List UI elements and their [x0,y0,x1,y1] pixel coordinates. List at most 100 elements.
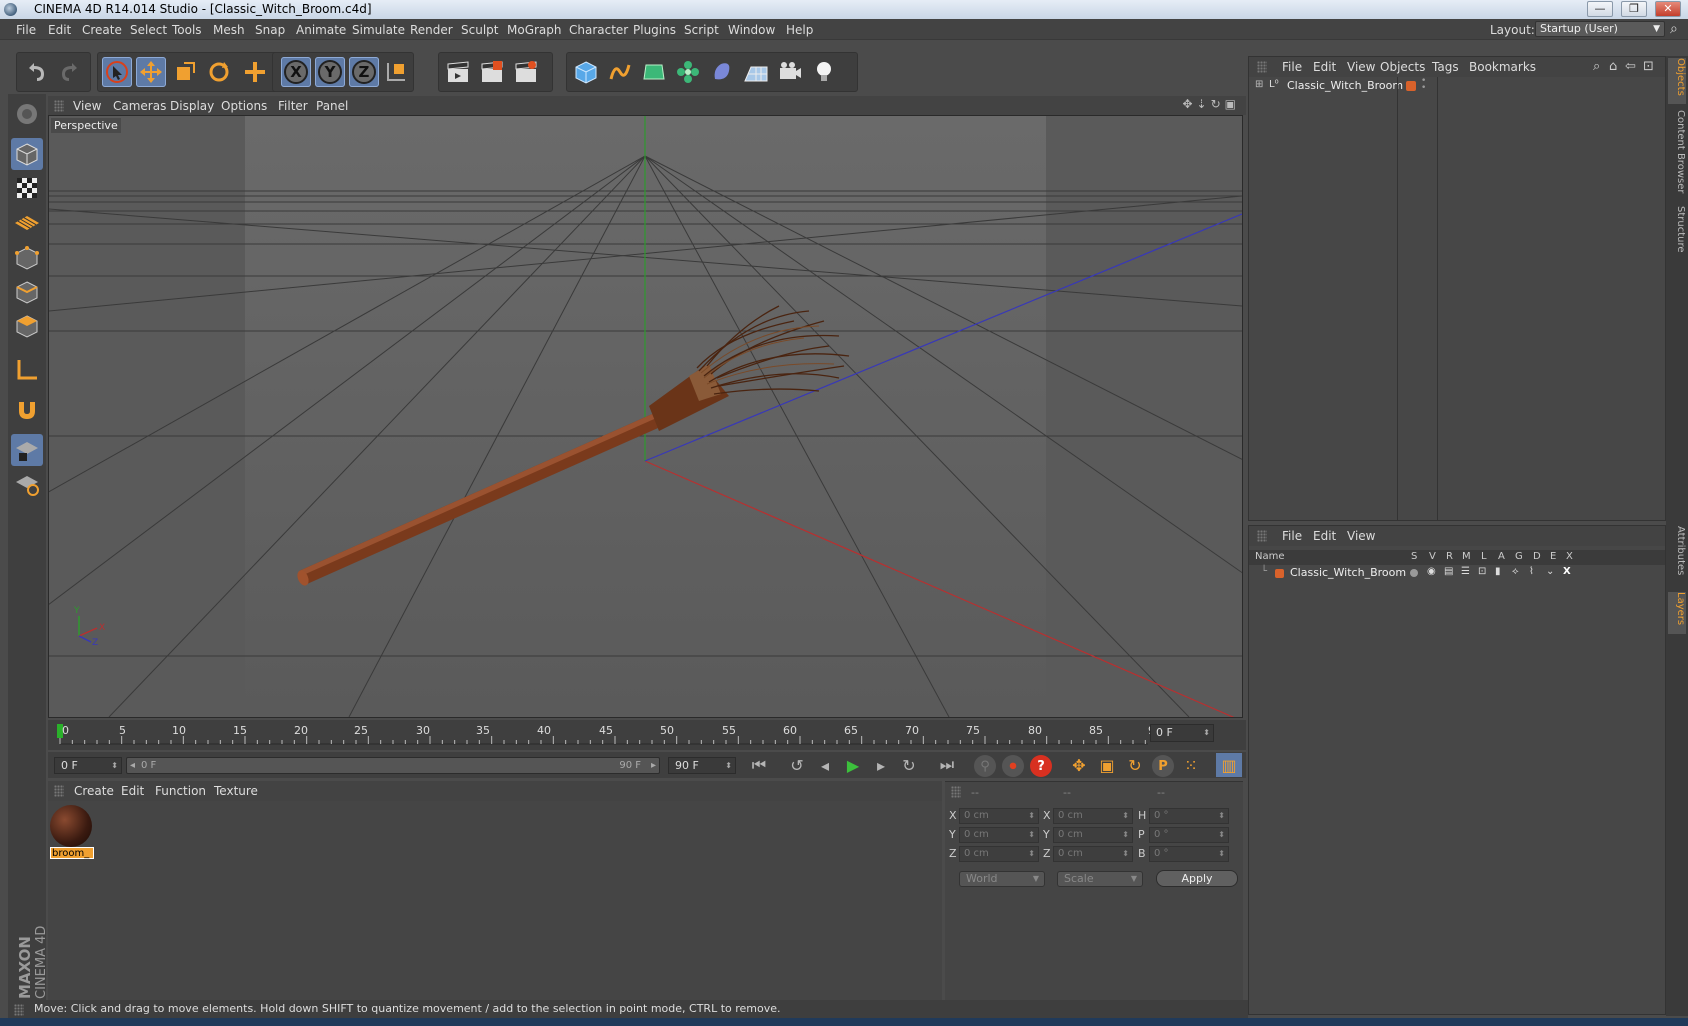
add-array-button[interactable] [673,57,703,87]
material-swatch[interactable]: broom_ [50,805,94,863]
range-right-arrow-icon[interactable]: ▸ [651,758,656,773]
solo-toggle-icon[interactable] [1410,569,1418,577]
object-row[interactable]: ⊞ L⁰ Classic_Witch_Broom • • [1251,77,1663,94]
rotation-p-field[interactable]: 0 ° ⬍ [1149,827,1229,843]
menu-select[interactable]: Select [130,23,167,37]
timeline-ruler[interactable]: 0 5 10 15 20 25 30 35 40 45 50 55 60 65 … [48,720,1246,750]
viewport-nav-icons[interactable]: ✥⇣↻▣ [1182,97,1240,111]
object-name[interactable]: Classic_Witch_Broom [1287,79,1403,92]
home-icon[interactable]: ⌂ [1609,59,1617,74]
viewport-menu-display[interactable]: Display [170,99,214,113]
z-axis-lock-button[interactable]: Z [349,57,379,87]
add-deformer-button[interactable] [707,57,737,87]
coordinate-system-button[interactable] [381,57,411,87]
autokey-button[interactable]: ⏺ [1002,755,1024,777]
points-mode-button[interactable] [11,242,43,274]
spinner-icon[interactable]: ⬍ [1028,847,1035,861]
lock-icon[interactable]: ⊡ [1478,566,1486,577]
menu-plugins[interactable]: Plugins [633,23,676,37]
menu-character[interactable]: Character [569,23,628,37]
close-button[interactable]: ✕ [1655,1,1681,17]
go-to-start-button[interactable]: ⏮ [746,753,772,777]
menu-snap[interactable]: Snap [255,23,285,37]
scale-tool-button[interactable] [170,57,200,87]
end-frame-field[interactable]: 90 F ⬍ [668,757,736,774]
snapping-button[interactable] [11,394,43,426]
move-tool-button[interactable] [136,57,166,87]
panel-grip-icon[interactable] [54,100,64,112]
column-locked[interactable]: L [1481,551,1487,562]
planar-workplane-button[interactable] [11,468,43,500]
panel-grip-icon[interactable] [54,785,64,797]
layout-dropdown[interactable]: Startup (User) ▼ [1535,21,1665,37]
coordinate-space-dropdown[interactable]: World ▼ [959,871,1045,887]
menu-create[interactable]: Create [82,23,122,37]
position-y-field[interactable]: 0 cm ⬍ [959,827,1039,843]
column-generators[interactable]: G [1515,551,1523,562]
menu-sculpt[interactable]: Sculpt [461,23,498,37]
next-frame-button[interactable]: ▸ [868,753,894,777]
viewport-menu-panel[interactable]: Panel [316,99,348,113]
play-button[interactable]: ▶ [840,753,866,777]
minimize-button[interactable]: — [1587,1,1613,17]
layer-menu-edit[interactable]: Edit [1313,529,1336,543]
key-point-level-button[interactable]: ⁙ [1178,753,1204,777]
position-x-field[interactable]: 0 cm ⬍ [959,808,1039,824]
menu-render[interactable]: Render [410,23,453,37]
render-view-button[interactable] [443,57,473,87]
deformer-icon[interactable]: ⌇ [1529,566,1534,577]
timeline-window-button[interactable]: ▥ [1216,753,1242,777]
record-keys-button[interactable]: ⚲ [974,755,996,777]
previous-frame-button[interactable]: ◂ [812,753,838,777]
spinner-icon[interactable]: ⬍ [1122,809,1129,823]
next-key-button[interactable]: ↻ [896,753,922,777]
layer-color-swatch[interactable] [1275,569,1284,578]
search-icon[interactable]: ⌕ [1670,21,1678,37]
size-x-field[interactable]: 0 cm ⬍ [1053,808,1133,824]
column-animation[interactable]: A [1498,551,1505,562]
go-to-end-button[interactable]: ⏭ [934,753,960,777]
position-z-field[interactable]: 0 cm ⬍ [959,846,1039,862]
menu-edit[interactable]: Edit [48,23,71,37]
panel-grip-icon[interactable] [14,1004,24,1016]
menu-simulate[interactable]: Simulate [352,23,405,37]
3d-viewport[interactable]: Perspective Y X Z [48,115,1243,718]
size-mode-dropdown[interactable]: Scale ▼ [1057,871,1143,887]
material-menu-function[interactable]: Function [155,784,206,798]
column-solo[interactable]: S [1411,551,1417,562]
menu-window[interactable]: Window [728,23,775,37]
animation-film-icon[interactable]: ▮ [1495,566,1501,577]
render-picture-viewer-button[interactable] [477,57,507,87]
expand-icon[interactable]: ⊞ [1255,79,1263,90]
menu-mesh[interactable]: Mesh [213,23,245,37]
model-mode-button[interactable] [11,138,43,170]
workplane-lock-button[interactable] [11,434,43,466]
key-parameter-button[interactable]: P [1152,755,1174,777]
viewport-camera-label[interactable]: Perspective [51,118,121,133]
layer-row[interactable]: └ Classic_Witch_Broom ◉ ▤ ☰ ⊡ ▮ ⟡ ⌇ ⌄ X [1249,566,1665,581]
current-frame-field[interactable]: 0 F ⬍ [1150,724,1214,742]
tab-layers[interactable]: Layers [1668,592,1686,634]
spinner-icon[interactable]: ⬍ [1218,847,1225,861]
column-name[interactable]: Name [1255,551,1285,562]
tab-attributes[interactable]: Attributes [1668,526,1686,586]
edges-mode-button[interactable] [11,276,43,308]
object-menu-file[interactable]: File [1282,60,1302,74]
layer-menu-view[interactable]: View [1347,529,1375,543]
axis-mode-button[interactable] [11,354,43,386]
layer-name[interactable]: Classic_Witch_Broom [1290,566,1406,579]
apply-button[interactable]: Apply [1156,870,1238,887]
rotate-tool-button[interactable] [204,57,234,87]
column-render[interactable]: R [1446,551,1453,562]
panel-grip-icon[interactable] [1257,61,1267,73]
spinner-icon[interactable]: ⬍ [1028,809,1035,823]
column-manager[interactable]: M [1462,551,1471,562]
manager-list-icon[interactable]: ☰ [1461,566,1470,577]
layer-color-tag[interactable] [1406,81,1416,91]
undo-button[interactable] [21,57,51,87]
search-icon[interactable]: ⌕ [1593,59,1600,74]
spinner-icon[interactable]: ⬍ [1203,725,1210,741]
object-menu-tags[interactable]: Tags [1432,60,1459,74]
menu-help[interactable]: Help [786,23,813,37]
size-z-field[interactable]: 0 cm ⬍ [1053,846,1133,862]
